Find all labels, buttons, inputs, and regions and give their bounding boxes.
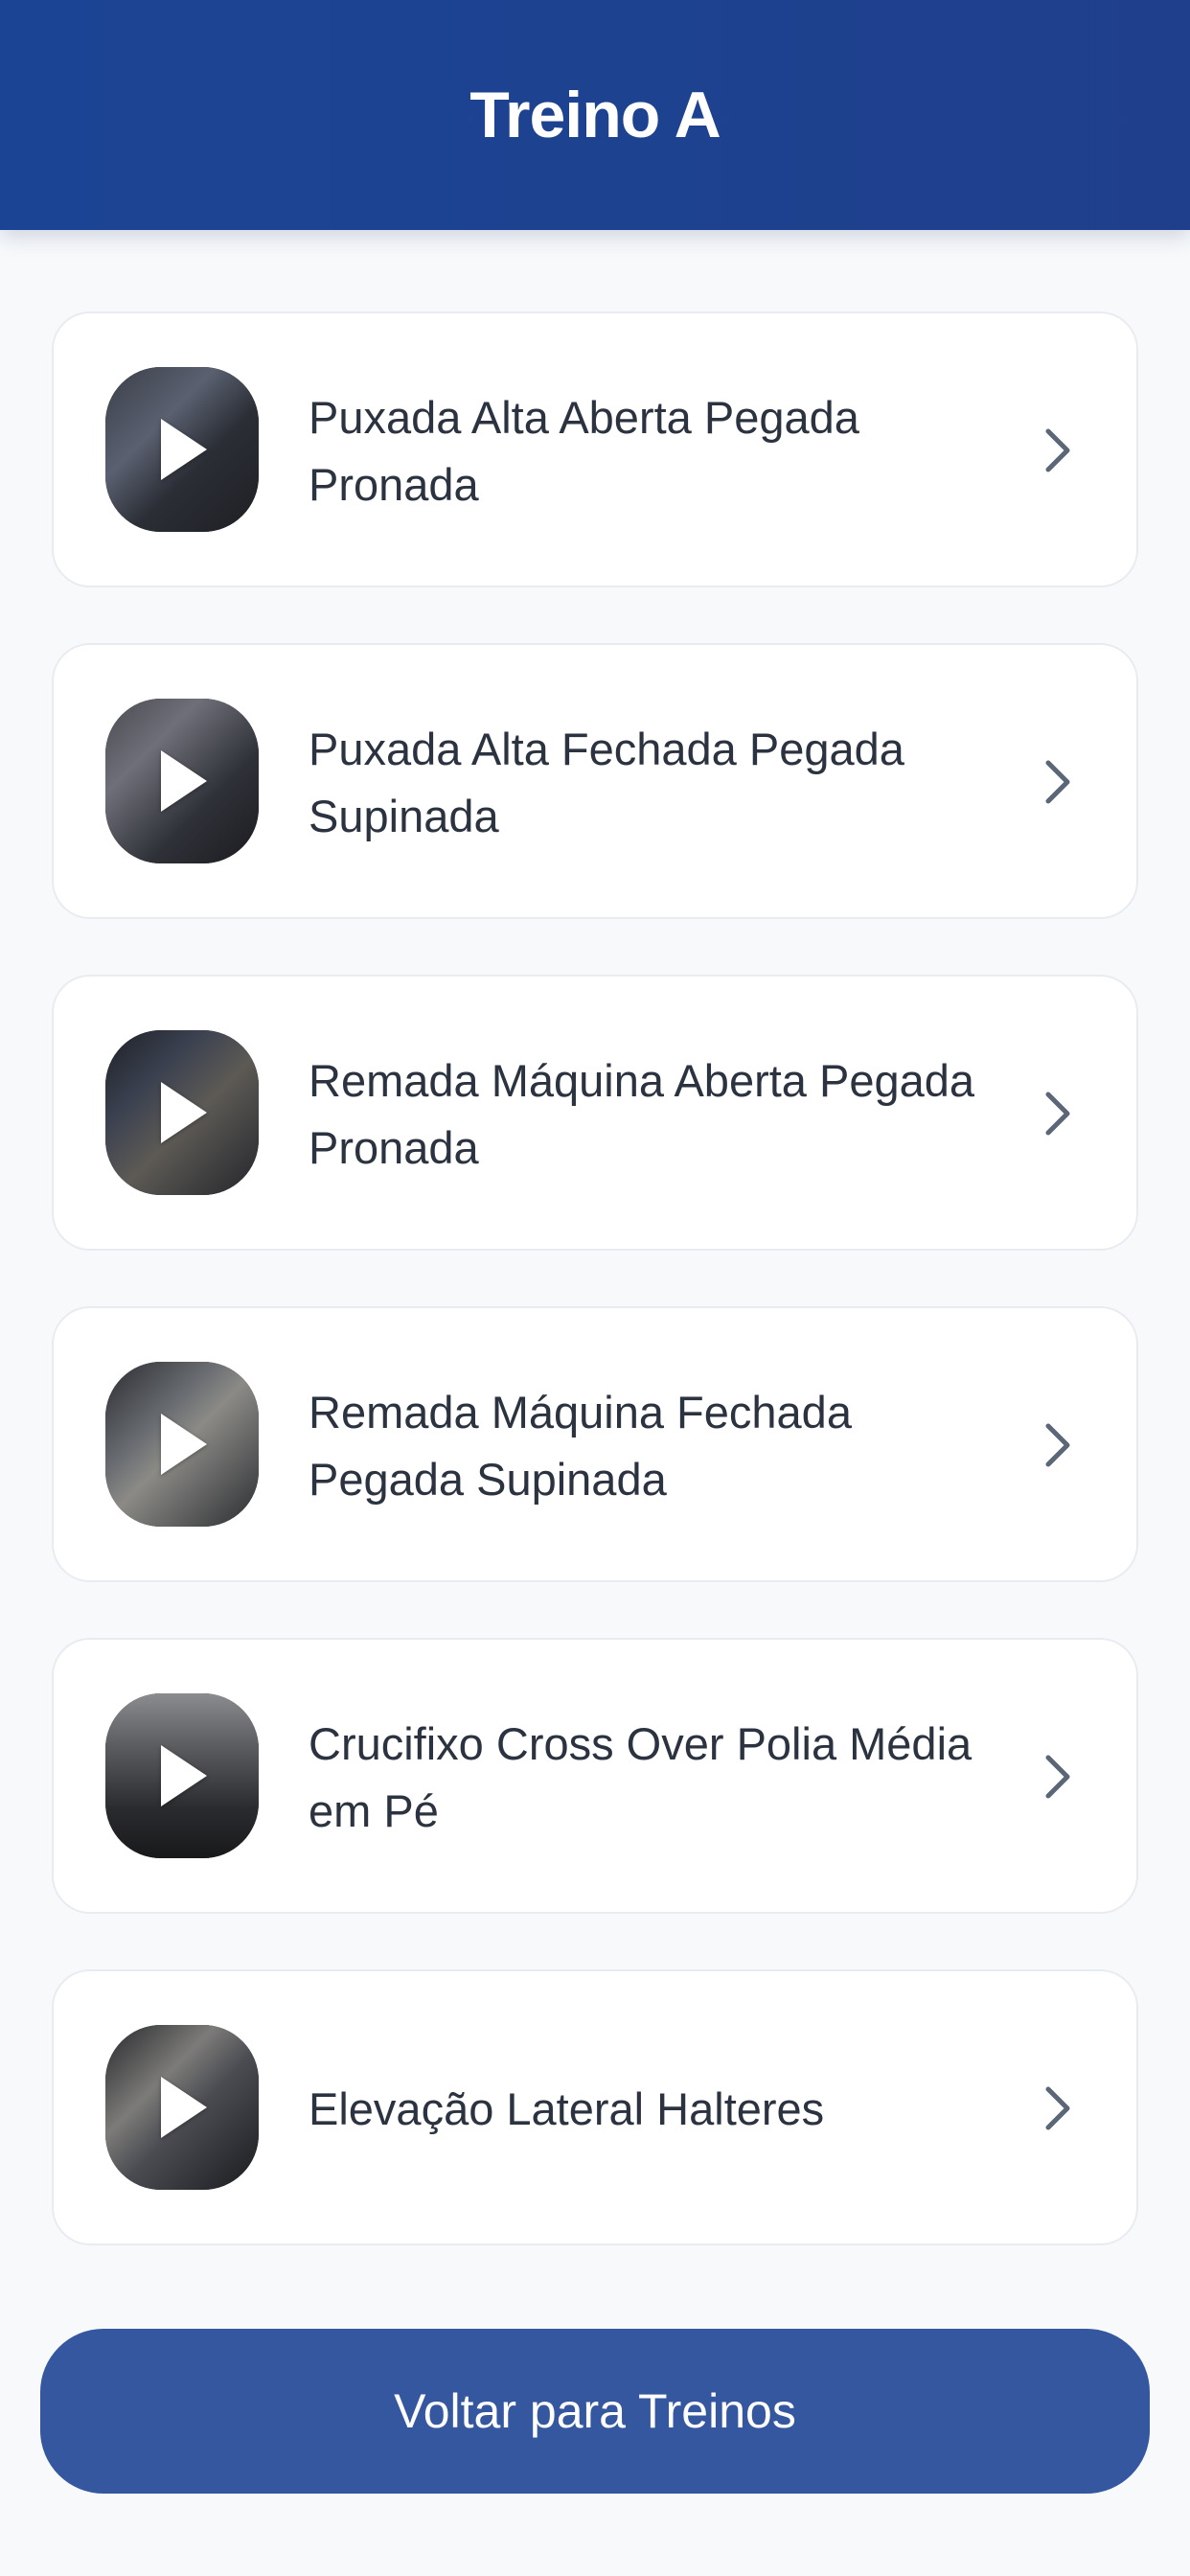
video-thumbnail[interactable] [105, 1362, 259, 1527]
exercise-card-3[interactable]: Remada Máquina Aberta Pegada Pronada [52, 975, 1138, 1251]
play-icon [161, 1082, 207, 1143]
exercise-title: Puxada Alta Fechada Pegada Supinada [309, 724, 904, 841]
video-thumbnail[interactable] [105, 1693, 259, 1858]
play-icon [161, 1414, 207, 1475]
video-thumbnail[interactable] [105, 1030, 259, 1195]
page-title: Treino A [469, 79, 721, 151]
chevron-right-icon [1045, 2086, 1070, 2130]
exercise-card-5[interactable]: Crucifixo Cross Over Polia Média em Pé [52, 1638, 1138, 1914]
play-icon [161, 750, 207, 812]
play-icon [161, 2077, 207, 2138]
video-thumbnail[interactable] [105, 699, 259, 863]
header-bar: Treino A [0, 0, 1190, 230]
exercise-card-2[interactable]: Puxada Alta Fechada Pegada Supinada [52, 643, 1138, 919]
exercise-title: Elevação Lateral Halteres [309, 2083, 825, 2134]
exercise-card-4[interactable]: Remada Máquina Fechada Pegada Supinada [52, 1306, 1138, 1582]
chevron-right-icon [1045, 760, 1070, 804]
chevron-right-icon [1045, 1092, 1070, 1136]
exercise-list: Puxada Alta Aberta Pegada Pronada Puxada… [52, 311, 1138, 2301]
chevron-right-icon [1045, 428, 1070, 472]
chevron-right-icon [1045, 1755, 1070, 1799]
chevron-right-icon [1045, 1423, 1070, 1467]
exercise-title: Remada Máquina Aberta Pegada Pronada [309, 1055, 975, 1173]
exercise-title: Remada Máquina Fechada Pegada Supinada [309, 1387, 852, 1505]
exercise-card-6[interactable]: Elevação Lateral Halteres [52, 1969, 1138, 2245]
play-icon [161, 419, 207, 480]
back-to-workouts-button[interactable]: Voltar para Treinos [40, 2329, 1150, 2494]
play-icon [161, 1745, 207, 1806]
exercise-title: Puxada Alta Aberta Pegada Pronada [309, 392, 859, 510]
exercise-card-1[interactable]: Puxada Alta Aberta Pegada Pronada [52, 311, 1138, 587]
video-thumbnail[interactable] [105, 2025, 259, 2190]
video-thumbnail[interactable] [105, 367, 259, 532]
exercise-title: Crucifixo Cross Over Polia Média em Pé [309, 1718, 973, 1836]
